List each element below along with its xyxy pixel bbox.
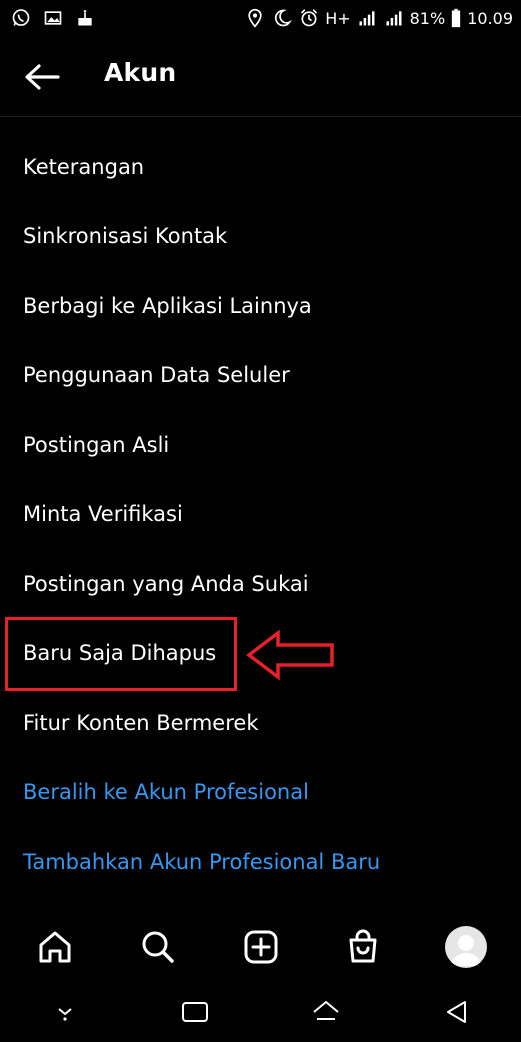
annotation-arrow-icon bbox=[246, 630, 334, 680]
settings-menu-list: Keterangan Sinkronisasi Kontak Berbagi k… bbox=[0, 132, 521, 897]
collapse-button[interactable] bbox=[40, 992, 90, 1032]
switch-professional-link[interactable]: Beralih ke Akun Profesional bbox=[0, 758, 521, 828]
recent-apps-icon bbox=[182, 1002, 209, 1022]
menu-item-penggunaan-data[interactable]: Penggunaan Data Seluler bbox=[0, 341, 521, 411]
page-title: Akun bbox=[104, 58, 177, 87]
profile-avatar bbox=[445, 926, 487, 968]
cake-icon bbox=[74, 7, 96, 29]
tab-shop[interactable] bbox=[338, 922, 388, 972]
home-nav-icon bbox=[312, 1000, 339, 1020]
clock: 10.09 bbox=[467, 8, 513, 28]
default-avatar-icon bbox=[451, 935, 481, 966]
back-button[interactable] bbox=[22, 60, 62, 94]
home-icon bbox=[39, 931, 71, 963]
system-nav-bar bbox=[0, 982, 521, 1042]
status-right: H+ 81% 10.09 bbox=[244, 7, 521, 29]
menu-item-postingan-asli[interactable]: Postingan Asli bbox=[0, 410, 521, 480]
search-icon bbox=[142, 931, 174, 963]
back-nav-icon bbox=[446, 1001, 466, 1023]
menu-item-sinkronisasi-kontak[interactable]: Sinkronisasi Kontak bbox=[0, 202, 521, 272]
bottom-tab-bar bbox=[0, 912, 521, 982]
tab-new-post[interactable] bbox=[236, 922, 286, 972]
recent-apps-button[interactable] bbox=[170, 992, 220, 1032]
battery-icon bbox=[450, 7, 462, 29]
tab-profile[interactable] bbox=[441, 922, 491, 972]
status-left bbox=[0, 7, 96, 29]
back-nav-button[interactable] bbox=[431, 992, 481, 1032]
whatsapp-icon bbox=[10, 7, 32, 29]
status-bar: H+ 81% 10.09 bbox=[0, 0, 521, 36]
home-nav-button[interactable] bbox=[301, 992, 351, 1032]
add-professional-link[interactable]: Tambahkan Akun Profesional Baru bbox=[0, 827, 521, 897]
menu-item-keterangan[interactable]: Keterangan bbox=[0, 132, 521, 202]
alarm-icon bbox=[298, 7, 320, 29]
menu-item-berbagi-aplikasi[interactable]: Berbagi ke Aplikasi Lainnya bbox=[0, 271, 521, 341]
new-post-icon bbox=[244, 930, 277, 964]
shop-icon bbox=[349, 929, 377, 963]
location-icon bbox=[244, 7, 266, 29]
do-not-disturb-icon bbox=[271, 7, 293, 29]
collapse-icon bbox=[58, 1008, 72, 1021]
signal-sim2-icon bbox=[383, 7, 405, 29]
battery-percent: 81% bbox=[409, 8, 446, 28]
arrow-left-icon bbox=[25, 64, 60, 90]
network-type: H+ bbox=[325, 8, 351, 28]
menu-item-konten-bermerek[interactable]: Fitur Konten Bermerek bbox=[0, 688, 521, 758]
signal-sim1-icon bbox=[356, 7, 378, 29]
gallery-icon bbox=[42, 7, 64, 29]
app-header: Akun bbox=[0, 36, 521, 117]
menu-item-postingan-disukai[interactable]: Postingan yang Anda Sukai bbox=[0, 549, 521, 619]
tab-home[interactable] bbox=[30, 922, 80, 972]
tab-search[interactable] bbox=[133, 922, 183, 972]
menu-item-minta-verifikasi[interactable]: Minta Verifikasi bbox=[0, 480, 521, 550]
highlight-box bbox=[5, 617, 237, 691]
